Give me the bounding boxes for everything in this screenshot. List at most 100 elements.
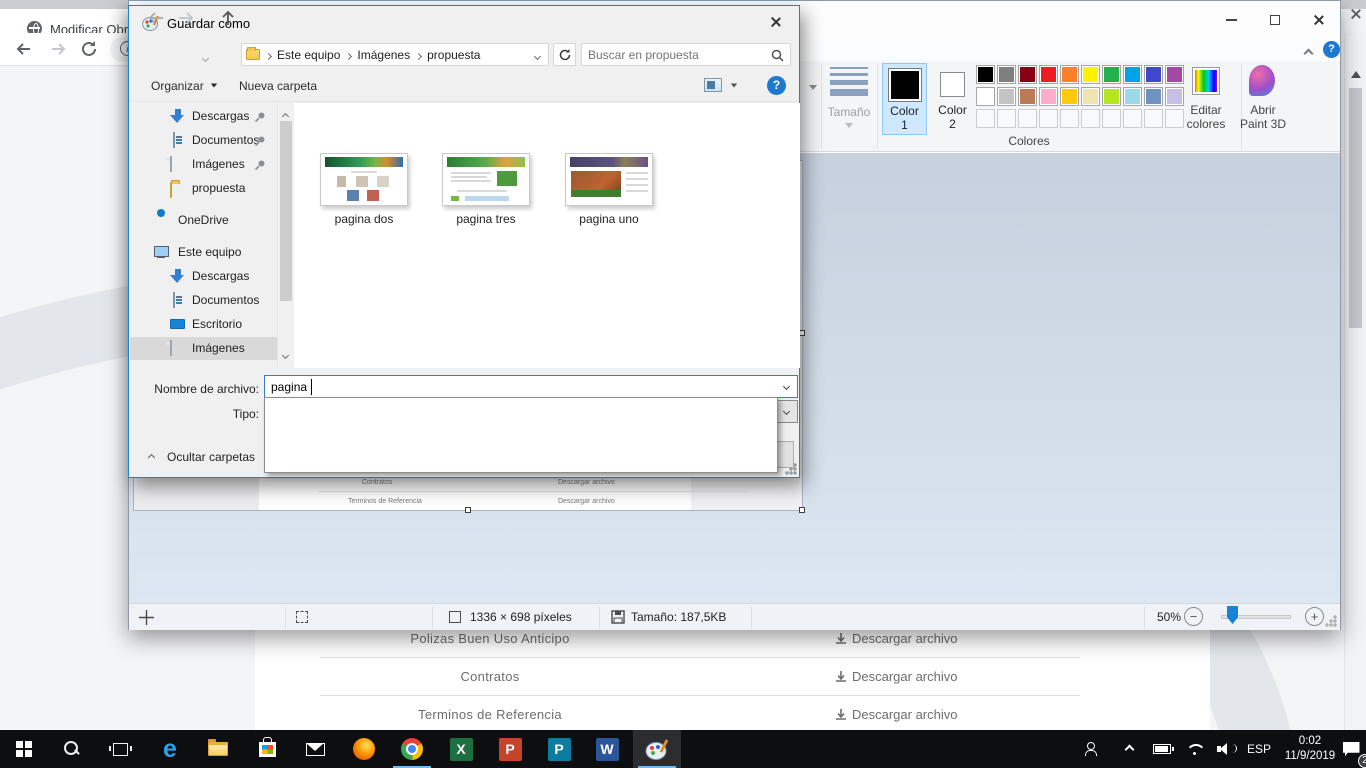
search-input[interactable]	[588, 46, 763, 63]
breadcrumb-dropdown-icon[interactable]	[535, 48, 540, 62]
taskbar-word[interactable]: W	[583, 730, 631, 768]
battery-button[interactable]	[1148, 730, 1176, 768]
palette-color[interactable]	[1102, 65, 1121, 84]
palette-color[interactable]	[1081, 87, 1100, 106]
taskbar-search-button[interactable]	[48, 730, 96, 768]
palette-color[interactable]	[1039, 87, 1058, 106]
taskbar-excel[interactable]: X	[437, 730, 485, 768]
taskbar-firefox[interactable]	[340, 730, 388, 768]
breadcrumb-item[interactable]: propuesta	[423, 48, 484, 62]
dialog-resize-grip[interactable]	[784, 462, 797, 475]
maximize-button[interactable]	[1253, 1, 1297, 39]
palette-color[interactable]	[1039, 65, 1058, 84]
clock[interactable]: 0:02 11/9/2019	[1278, 734, 1342, 764]
dialog-help-icon[interactable]: ?	[767, 76, 786, 95]
paint-help-icon[interactable]: ?	[1323, 41, 1340, 58]
search-box[interactable]	[581, 43, 791, 66]
palette-color[interactable]	[1123, 65, 1142, 84]
sidebar-item-documentos-pc[interactable]: Documentos	[130, 289, 277, 312]
sidebar-item-onedrive[interactable]: OneDrive	[130, 209, 277, 232]
close-button[interactable]	[1297, 1, 1341, 39]
start-button[interactable]	[0, 730, 48, 768]
sidebar-item-escritorio[interactable]: Escritorio	[130, 313, 277, 336]
nav-back-icon[interactable]	[145, 9, 167, 27]
people-button[interactable]	[1078, 730, 1108, 768]
palette-color[interactable]	[997, 87, 1016, 106]
minimize-button[interactable]	[1209, 1, 1253, 39]
taskbar-paint[interactable]	[633, 730, 681, 768]
reload-icon[interactable]	[80, 39, 100, 59]
ribbon-collapse-icon[interactable]	[1305, 46, 1312, 60]
sidebar-item-descargas[interactable]: Descargas	[130, 105, 277, 128]
new-folder-button[interactable]: Nueva carpeta	[239, 79, 317, 93]
window-resize-grip[interactable]	[1325, 615, 1337, 627]
filename-dropdown-icon[interactable]	[778, 378, 795, 395]
breadcrumb-item[interactable]: Imágenes	[353, 48, 414, 62]
filename-input[interactable]: pagina	[264, 375, 798, 398]
nav-up-icon[interactable]	[219, 9, 237, 28]
nav-history-dropdown-icon[interactable]	[203, 50, 208, 64]
breadcrumb-bar[interactable]: Este equipo Imágenes propuesta	[241, 43, 549, 66]
palette-color[interactable]	[1018, 65, 1037, 84]
filename-autocomplete-dropdown[interactable]	[264, 397, 778, 473]
zoom-in-button[interactable]: +	[1305, 607, 1324, 626]
view-options-button[interactable]	[704, 76, 744, 96]
taskbar-mail[interactable]	[291, 730, 339, 768]
sidebar-item-documentos[interactable]: Documentos	[130, 129, 277, 152]
canvas-resize-handle-bottom[interactable]	[465, 507, 471, 513]
palette-color[interactable]	[1165, 65, 1184, 84]
zoom-slider-thumb[interactable]	[1227, 606, 1238, 624]
taskbar-edge[interactable]: e	[146, 730, 194, 768]
color2-button[interactable]: Color 2	[930, 63, 975, 135]
organize-button[interactable]: Organizar	[151, 79, 218, 93]
action-center-button[interactable]: 2	[1336, 730, 1366, 768]
palette-color[interactable]	[976, 87, 995, 106]
sidebar-scrollbar[interactable]	[277, 103, 294, 368]
file-item[interactable]: pagina dos	[304, 153, 424, 226]
scroll-up-icon[interactable]	[1351, 71, 1361, 78]
task-view-button[interactable]	[96, 730, 144, 768]
palette-color[interactable]	[1060, 87, 1079, 106]
file-item[interactable]: pagina tres	[426, 153, 546, 226]
palette-color[interactable]	[1102, 87, 1121, 106]
file-list-pane[interactable]: pagina dos pagina tres	[294, 103, 800, 368]
palette-color[interactable]	[976, 65, 995, 84]
filetype-dropdown-icon[interactable]	[778, 403, 795, 420]
download-link[interactable]: Descargar archivo	[835, 707, 958, 722]
browser-scrollbar[interactable]	[1344, 33, 1366, 730]
nav-forward-icon[interactable]	[175, 9, 197, 27]
taskbar-chrome[interactable]	[388, 730, 436, 768]
taskbar-store[interactable]	[243, 730, 291, 768]
palette-color[interactable]	[1060, 65, 1079, 84]
tray-overflow-button[interactable]	[1116, 730, 1142, 768]
forward-icon[interactable]	[48, 40, 68, 58]
download-link[interactable]: Descargar archivo	[835, 631, 958, 646]
refresh-button[interactable]	[553, 43, 576, 66]
canvas-resize-handle-corner[interactable]	[799, 507, 805, 513]
download-link[interactable]: Descargar archivo	[835, 669, 958, 684]
file-item[interactable]: pagina uno	[549, 153, 669, 226]
scrollbar-thumb[interactable]	[1349, 88, 1362, 328]
sidebar-item-imagenes-pc[interactable]: Imágenes	[130, 337, 277, 360]
network-button[interactable]	[1180, 730, 1208, 768]
taskbar-file-explorer[interactable]	[194, 730, 242, 768]
sidebar-item-este-equipo[interactable]: Este equipo	[130, 241, 277, 264]
palette-color[interactable]	[1123, 87, 1142, 106]
taskbar-powerpoint[interactable]: P	[486, 730, 534, 768]
palette-color[interactable]	[997, 65, 1016, 84]
back-icon[interactable]	[14, 40, 34, 58]
sidebar-item-propuesta[interactable]: propuesta	[130, 177, 277, 200]
taskbar-publisher[interactable]: P	[535, 730, 583, 768]
sidebar-item-descargas-pc[interactable]: Descargas	[130, 265, 277, 288]
dialog-close-button[interactable]	[754, 6, 799, 39]
color1-button[interactable]: Color 1	[882, 63, 927, 135]
volume-button[interactable]	[1210, 730, 1240, 768]
sidebar-item-imagenes[interactable]: Imágenes	[130, 153, 277, 176]
language-indicator[interactable]: ESP	[1242, 730, 1276, 768]
palette-color[interactable]	[1144, 65, 1163, 84]
palette-color[interactable]	[1144, 87, 1163, 106]
scrollbar-thumb[interactable]	[280, 121, 292, 301]
palette-color[interactable]	[1081, 65, 1100, 84]
browser-tab[interactable]: Modificar Obra/	[0, 9, 135, 33]
breadcrumb-item[interactable]: Este equipo	[273, 48, 344, 62]
